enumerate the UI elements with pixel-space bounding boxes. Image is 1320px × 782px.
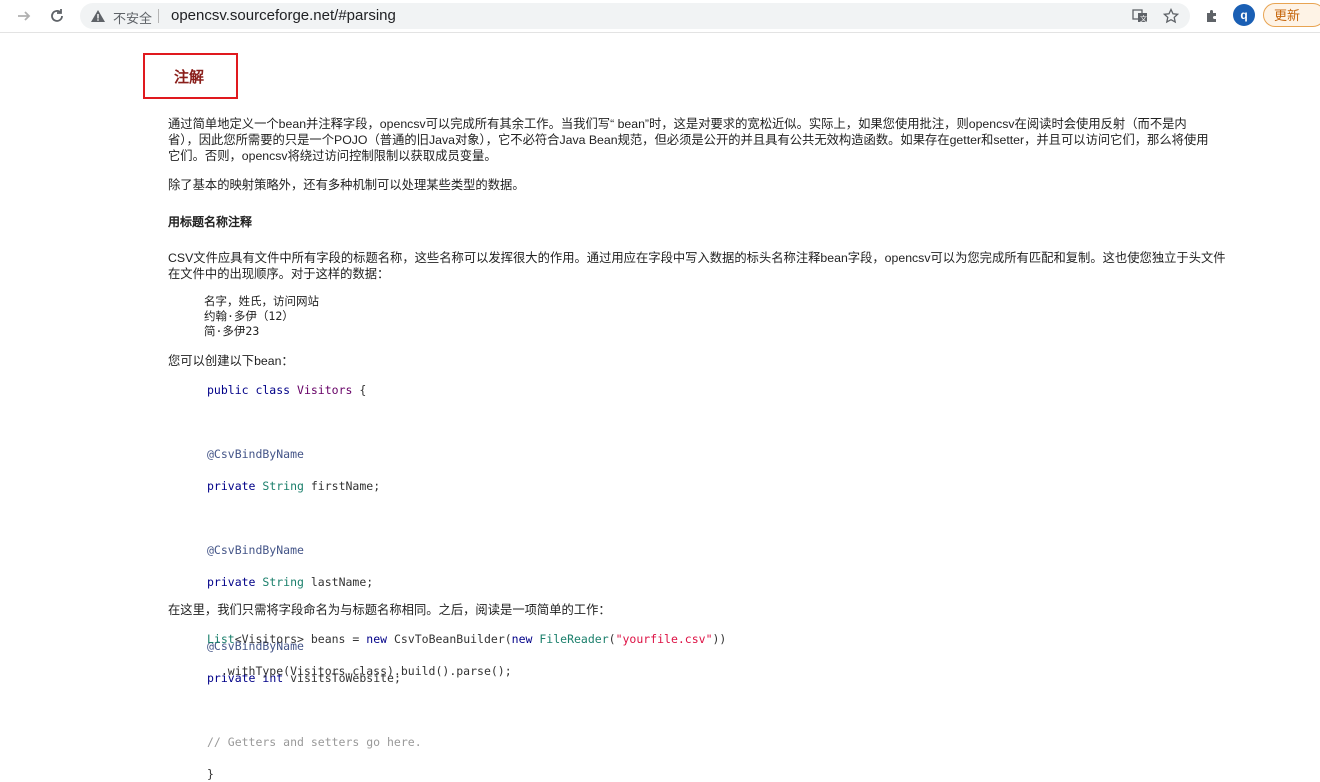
intro-paragraph-2: 除了基本的映射策略外，还有多种机制可以处理某些类型的数据。 xyxy=(168,178,525,192)
bean-code-block: public class Visitors { @CsvBindByName p… xyxy=(207,382,422,782)
code-brace: { xyxy=(352,383,367,397)
intro-line-2: 省），因此您所需要的只是一个POJO（普通的旧Java对象），它不必符合Java… xyxy=(168,133,1209,147)
update-button[interactable]: 更新 xyxy=(1263,3,1320,27)
code-line: public class Visitors { xyxy=(207,382,422,398)
url-text[interactable]: opencsv.sourceforge.net/#parsing xyxy=(171,7,396,24)
code-class-name: Visitors xyxy=(297,383,353,397)
code-line: List<Visitors> beans = new CsvToBeanBuil… xyxy=(207,631,726,647)
omnibox-divider xyxy=(158,9,159,23)
reload-icon xyxy=(51,9,63,22)
code-line: @CsvBindByName xyxy=(207,542,422,558)
intro-line-1: 通过简单地定义一个bean并注释字段，opencsv可以完成所有其余工作。当我们… xyxy=(168,117,1187,131)
code-line: } xyxy=(207,766,422,782)
data-line: 约翰·多伊（12） xyxy=(204,309,294,323)
warning-icon xyxy=(91,10,105,22)
reader-code-block: List<Visitors> beans = new CsvToBeanBuil… xyxy=(207,631,726,679)
data-line: 简·多伊23 xyxy=(204,324,260,338)
code-line: private String lastName; xyxy=(207,574,422,590)
page-heading: 注解 xyxy=(174,68,205,86)
bean-intro: 您可以创建以下bean： xyxy=(168,354,294,368)
code-keyword: new xyxy=(366,632,388,646)
browser-toolbar: 不安全 opencsv.sourceforge.net/#parsing 文 q… xyxy=(0,0,1320,33)
code-line: .withType(Visitors.class).build().parse(… xyxy=(207,664,512,678)
code-keyword: new xyxy=(511,632,533,646)
insecure-label[interactable]: 不安全 xyxy=(113,8,152,27)
code-annotation: @CsvBindByName xyxy=(207,447,304,461)
code-keyword: private xyxy=(207,575,256,589)
section-paragraph: CSV文件应具有文件中所有字段的标题名称，这些名称可以发挥很大的作用。通过用应在… xyxy=(168,250,1303,282)
section-line-2: 在文件中的出现顺序。对于这样的数据： xyxy=(168,267,390,281)
intro-line-3: 它们。否则，opencsv将绕过访问控制限制以获取成员变量。 xyxy=(168,149,497,163)
section-line-1: CSV文件应具有文件中所有字段的标题名称，这些名称可以发挥很大的作用。通过用应在… xyxy=(168,251,1226,265)
extensions-button[interactable] xyxy=(1200,4,1224,28)
code-type: List xyxy=(207,632,235,646)
code-type: FileReader xyxy=(532,632,609,646)
code-type: String xyxy=(262,575,304,589)
code-line: private String firstName; xyxy=(207,478,422,494)
profile-avatar[interactable]: q xyxy=(1233,4,1255,26)
code-line: @CsvBindByName xyxy=(207,446,422,462)
code-text: CsvToBeanBuilder( xyxy=(387,632,512,646)
puzzle-icon xyxy=(1207,10,1216,22)
code-field: firstName; xyxy=(303,479,381,493)
section-title: 用标题名称注释 xyxy=(168,215,253,229)
code-comment: // Getters and setters go here. xyxy=(207,735,422,749)
code-text: )) xyxy=(712,632,727,646)
code-string: "yourfile.csv" xyxy=(615,632,713,646)
code-type: String xyxy=(262,479,304,493)
data-sample: 名字，姓氏，访问网站 约翰·多伊（12） 简·多伊23 xyxy=(204,294,319,339)
code-annotation: @CsvBindByName xyxy=(207,543,304,557)
after-text: 在这里，我们只需将字段命名为与标题名称相同。之后，阅读是一项简单的工作： xyxy=(168,603,611,617)
forward-button[interactable] xyxy=(12,4,36,28)
code-text: ( xyxy=(608,632,616,646)
code-keyword: private xyxy=(207,479,256,493)
bookmark-star-icon[interactable] xyxy=(1161,6,1181,26)
forward-arrow-icon xyxy=(18,11,31,21)
code-field: lastName; xyxy=(303,575,374,589)
code-keyword: public class xyxy=(207,383,291,397)
code-brace: } xyxy=(207,767,214,781)
code-line: // Getters and setters go here. xyxy=(207,734,422,750)
svg-text:文: 文 xyxy=(1140,14,1147,23)
code-text: <Visitors> beans = xyxy=(234,632,367,646)
translate-icon[interactable]: 文 xyxy=(1130,6,1150,26)
data-line: 名字，姓氏，访问网站 xyxy=(204,294,319,308)
address-bar[interactable]: 不安全 opencsv.sourceforge.net/#parsing 文 xyxy=(80,3,1190,29)
reload-button[interactable] xyxy=(45,4,69,28)
intro-paragraph: 通过简单地定义一个bean并注释字段，opencsv可以完成所有其余工作。当我们… xyxy=(168,116,1303,164)
